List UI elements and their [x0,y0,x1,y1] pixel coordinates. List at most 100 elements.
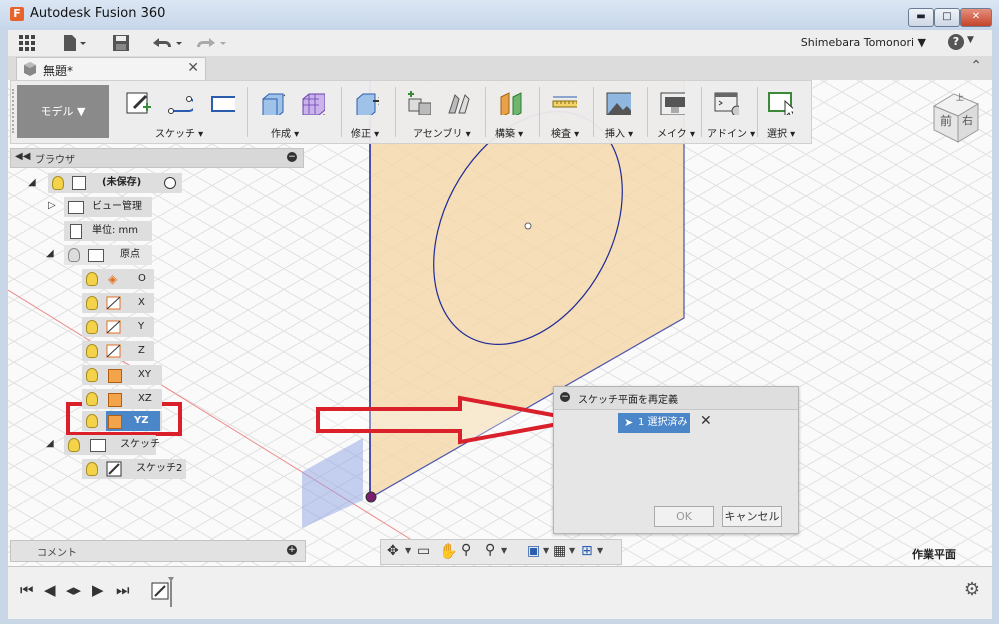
lightbulb-icon[interactable] [86,272,98,286]
lightbulb-icon[interactable] [86,392,98,406]
tree-item-origin-point[interactable]: ◈ O [82,269,154,289]
expand-toggle-icon[interactable]: ▷ [48,200,56,211]
grid-settings-icon[interactable]: ▦ [553,543,566,559]
3d-viewport[interactable]: モデル ▼ スケッチ ▾ 作成 ▾ 修正 ▾ アセンブリ ▾ 構築 ▾ 検査 ▾… [8,80,992,566]
active-radio-icon[interactable] [164,177,176,189]
inspect-group[interactable]: 検査 ▾ [543,81,591,143]
go-to-start-icon[interactable]: ⏮ [20,581,34,599]
file-icon[interactable] [62,34,88,52]
fit-icon[interactable]: ⚲ [485,542,495,558]
select-group[interactable]: 選択 ▾ [761,81,809,143]
lightbulb-icon[interactable] [86,320,98,334]
browser-panel-header[interactable]: ◀◀ ブラウザ − [10,148,304,168]
chevron-down-icon[interactable]: ▼ [501,546,507,555]
orbit-icon[interactable]: ✥ [387,543,399,559]
clear-selection-icon[interactable]: ✕ [700,413,712,429]
collapse-panel-icon[interactable]: ◀◀ [15,151,30,162]
workspace-dropdown[interactable]: モデル ▼ [17,85,109,138]
tree-item-yz-plane[interactable]: YZ [82,411,162,431]
sketch-group[interactable]: スケッチ ▾ [117,81,241,143]
tree-item-sketches[interactable]: スケッチ [64,435,160,455]
view-cube[interactable]: 上 前 右 [928,90,984,146]
go-to-end-icon[interactable]: ⏭ [116,581,130,599]
close-tab-icon[interactable]: ✕ [187,60,199,76]
tree-root[interactable]: (未保存) [48,173,182,193]
minimize-button[interactable]: ▬ [908,8,934,27]
construct-group[interactable]: 構築 ▾ [489,81,537,143]
comments-panel[interactable]: コメント + [10,540,306,562]
assemble-group[interactable]: アセンブリ ▾ [399,81,483,143]
tree-item-y-axis[interactable]: Y [82,317,154,337]
select-icon[interactable] [767,89,793,115]
step-back-icon[interactable]: ◀ [44,581,56,599]
redo-icon[interactable] [194,34,228,52]
play-pause-icon[interactable]: ◂▸ [66,581,81,599]
lightbulb-icon[interactable] [86,344,98,358]
collapse-icon[interactable]: ⌃ [970,58,982,74]
maximize-button[interactable]: □ [934,8,960,27]
chevron-down-icon[interactable]: ▼ [597,546,603,555]
selection-chip[interactable]: ➤ 1 選択済み [618,413,690,433]
chevron-down-icon[interactable]: ▼ [569,546,575,555]
tree-item-view-management[interactable]: ビュー管理 [64,197,152,217]
cancel-button[interactable]: キャンセル [722,506,782,527]
measure-icon[interactable] [551,89,577,115]
create-sketch-icon[interactable] [125,89,151,115]
lightbulb-icon[interactable] [52,176,64,190]
undo-icon[interactable] [150,34,184,52]
new-component-icon[interactable] [405,89,431,115]
save-icon[interactable] [112,34,130,52]
dialog-header[interactable]: − スケッチ平面を再定義 [554,387,798,410]
create-group[interactable]: 作成 ▾ [253,81,337,143]
zoom-icon[interactable]: ⚲ [461,542,471,558]
lightbulb-off-icon[interactable] [68,248,80,262]
lightbulb-icon[interactable] [86,368,98,382]
add-comment-icon[interactable]: + [287,545,297,555]
line-arc-icon[interactable] [167,89,193,115]
tree-item-xz-plane[interactable]: XZ [82,389,162,409]
offset-plane-icon[interactable] [497,89,523,115]
lightbulb-icon[interactable] [86,462,98,476]
tree-item-origin[interactable]: 原点 [64,245,152,265]
rectangle-icon[interactable] [209,89,235,115]
tree-item-x-axis[interactable]: X [82,293,154,313]
lightbulb-icon[interactable] [86,414,98,428]
look-at-icon[interactable]: ▭ [417,543,430,559]
gear-icon[interactable]: ⚙ [964,579,980,600]
modify-group[interactable]: 修正 ▾ [345,81,393,143]
user-menu[interactable]: Shimebara Tomonori ▼ [801,36,926,49]
extrude-icon[interactable] [259,89,285,115]
timeline-sketch-feature-icon[interactable] [148,577,178,609]
lightbulb-icon[interactable] [68,438,80,452]
insert-image-icon[interactable] [605,89,631,115]
press-pull-icon[interactable] [353,89,379,115]
lightbulb-icon[interactable] [86,296,98,310]
tree-item-sketch2[interactable]: スケッチ2 [82,459,186,479]
addins-group[interactable]: アドイン ▾ [705,81,755,143]
collapse-dialog-icon[interactable]: − [560,392,570,402]
ok-button[interactable]: OK [654,506,714,527]
close-button[interactable]: ✕ [960,8,992,27]
grid-icon[interactable] [18,34,36,52]
chevron-down-icon[interactable]: ▼ [405,546,411,555]
expand-toggle-icon[interactable]: ◢ [28,177,36,188]
tree-item-z-axis[interactable]: Z [82,341,154,361]
make-group[interactable]: メイク ▾ [651,81,699,143]
tab-document[interactable]: 無題* ✕ [16,57,206,80]
viewports-icon[interactable]: ⊞ [581,543,593,559]
expand-toggle-icon[interactable]: ◢ [46,438,54,449]
tree-item-xy-plane[interactable]: XY [82,365,162,385]
insert-group[interactable]: 挿入 ▾ [597,81,645,143]
help-button[interactable]: ? ▼ [948,33,978,53]
joint-icon[interactable] [445,89,471,115]
chevron-down-icon[interactable]: ▼ [543,546,549,555]
display-settings-icon[interactable]: ▣ [527,543,540,559]
3d-print-icon[interactable] [659,89,685,115]
scripts-icon[interactable] [713,89,739,115]
pan-icon[interactable]: ✋ [439,542,458,560]
pin-icon[interactable]: − [287,152,297,162]
tree-item-units[interactable]: 単位: mm [64,221,152,241]
expand-toggle-icon[interactable]: ◢ [46,248,54,259]
form-icon[interactable] [299,89,325,115]
step-forward-icon[interactable]: ▶ [92,581,104,599]
